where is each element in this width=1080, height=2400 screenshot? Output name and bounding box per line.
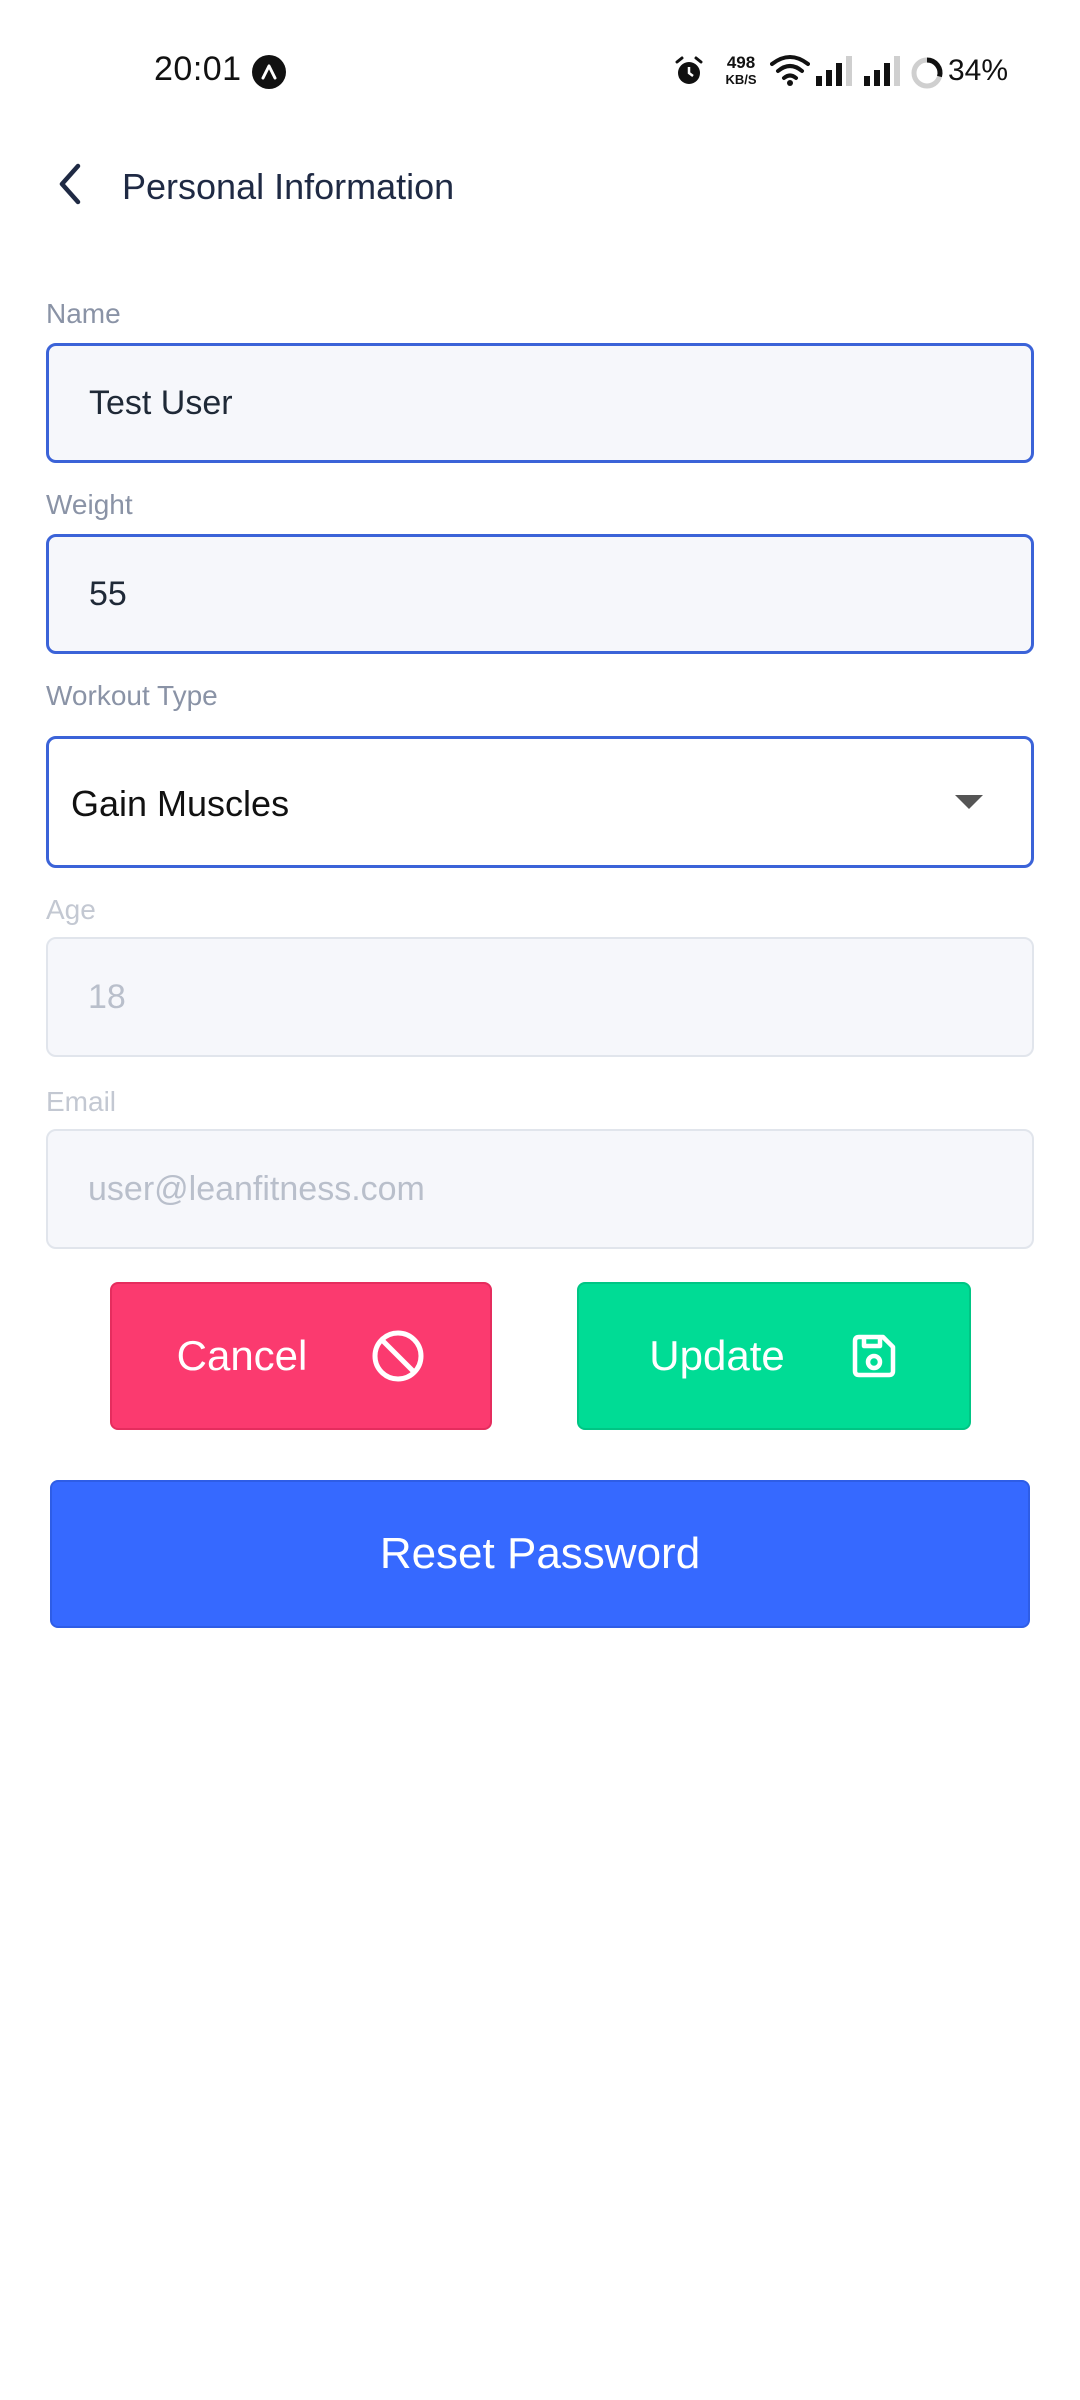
name-label: Name: [46, 298, 121, 329]
battery-percent: 34%: [948, 54, 1009, 87]
name-input[interactable]: [46, 343, 1034, 463]
status-bar: 20:01 498 KB/S 34%: [0, 0, 1080, 140]
chevron-left-icon: [56, 162, 84, 211]
update-button-label: Update: [649, 1332, 785, 1379]
age-input: [46, 937, 1034, 1057]
save-icon: [849, 1331, 899, 1381]
cancel-button-label: Cancel: [176, 1332, 308, 1379]
wifi-icon: [770, 52, 810, 93]
age-label: Age: [46, 894, 96, 925]
signal-icon: [814, 54, 854, 93]
workout-type-value: Gain Muscles: [71, 783, 290, 824]
signal-icon: [862, 54, 902, 93]
page-title: Personal Information: [122, 166, 455, 207]
alarm-icon: [672, 54, 706, 93]
weight-input[interactable]: [46, 534, 1034, 654]
workout-type-label: Workout Type: [46, 680, 218, 711]
block-icon: [371, 1329, 425, 1383]
weight-label: Weight: [46, 489, 133, 520]
reset-password-button[interactable]: Reset Password: [50, 1480, 1030, 1628]
status-time: 20:01: [154, 50, 242, 88]
status-icons: 498 KB/S 34%: [620, 48, 1080, 94]
update-button[interactable]: Update: [577, 1282, 971, 1430]
caret-down-icon: [955, 795, 983, 809]
net-speed-unit: KB/S: [725, 72, 757, 87]
cancel-button[interactable]: Cancel: [110, 1282, 492, 1430]
workout-type-select[interactable]: Gain Muscles: [46, 736, 1034, 868]
reset-password-label: Reset Password: [379, 1529, 701, 1578]
email-input: [46, 1129, 1034, 1249]
net-speed: 498 KB/S: [718, 54, 764, 88]
back-button[interactable]: [44, 156, 96, 216]
email-label: Email: [46, 1086, 117, 1117]
net-speed-value: 498: [726, 53, 756, 72]
app-notification-icon: [252, 55, 286, 89]
battery-ring-icon: [910, 56, 944, 95]
